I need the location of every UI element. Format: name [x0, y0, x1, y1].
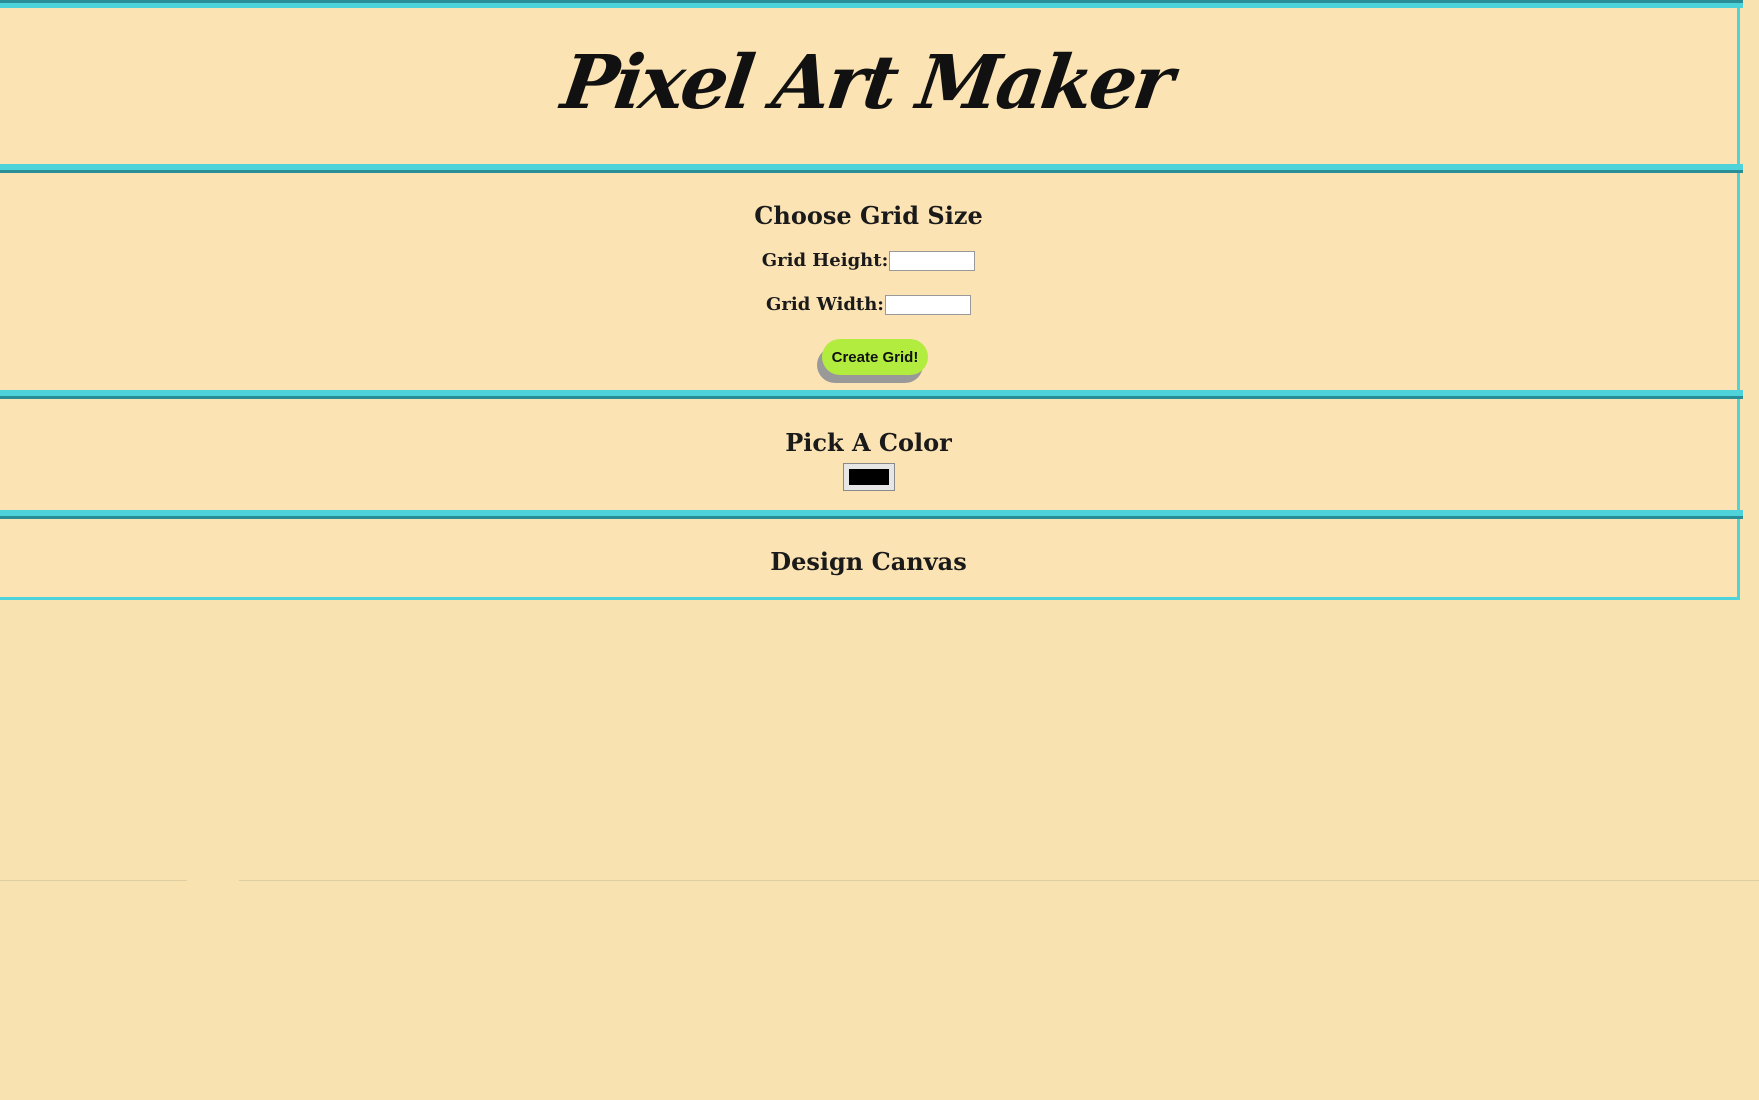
- grid-width-label: Grid Width:: [766, 294, 884, 315]
- top-border: [0, 0, 1743, 8]
- grid-width-input[interactable]: [884, 295, 971, 315]
- grid-width-row: Grid Width:: [0, 294, 1737, 315]
- canvas-heading: Design Canvas: [770, 547, 967, 576]
- color-picker[interactable]: [843, 463, 895, 491]
- color-picker-swatch: [849, 469, 889, 485]
- create-grid-button[interactable]: Create Grid!: [822, 339, 928, 375]
- grid-size-heading: Choose Grid Size: [754, 201, 983, 230]
- divider-gap: [187, 879, 239, 882]
- grid-height-input[interactable]: [889, 251, 976, 271]
- color-heading: Pick A Color: [785, 428, 952, 457]
- header: Pixel Art Maker: [0, 8, 1740, 164]
- section-divider: [0, 164, 1743, 173]
- canvas-section: Design Canvas: [0, 519, 1740, 600]
- color-section: Pick A Color: [0, 399, 1740, 510]
- grid-size-section: Choose Grid Size Grid Height: Grid Width…: [0, 173, 1740, 390]
- grid-height-row: Grid Height:: [0, 250, 1737, 271]
- section-divider: [0, 390, 1743, 399]
- canvas-area-divider: [0, 880, 1759, 881]
- grid-height-label: Grid Height:: [761, 250, 889, 271]
- section-divider: [0, 510, 1743, 519]
- page-title: Pixel Art Maker: [556, 40, 1177, 126]
